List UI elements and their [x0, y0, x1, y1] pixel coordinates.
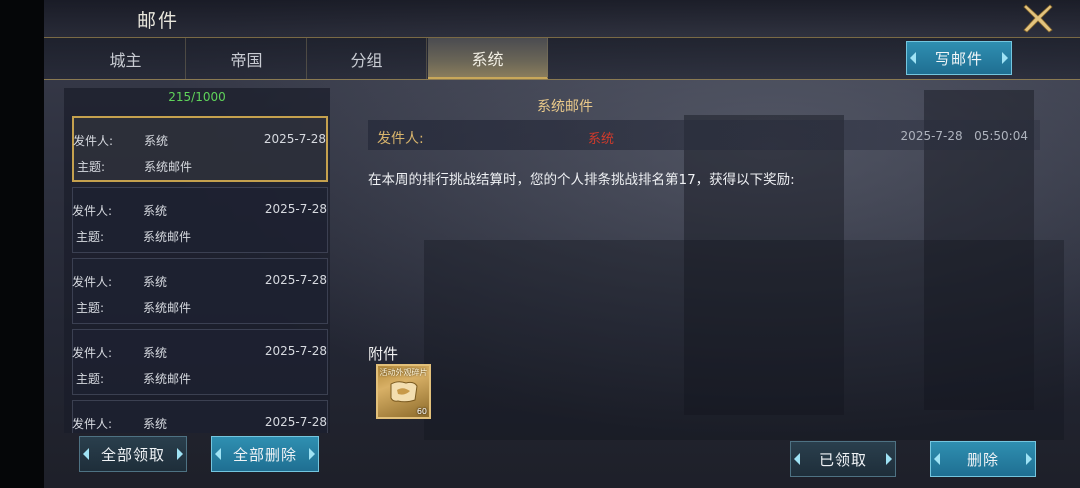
sender-label: 发件人: — [377, 131, 424, 147]
mail-datetime: 2025-7-28 05:50:04 — [900, 129, 1028, 143]
tab-bar: 城主 帝国 分组 系统 写邮件 — [44, 38, 1080, 80]
tab-system[interactable]: 系统 — [428, 38, 548, 79]
sender-label: 发件人: — [72, 204, 113, 218]
claimed-label: 已领取 — [818, 450, 867, 469]
arrow-left-icon — [910, 52, 916, 64]
arrow-left-icon — [794, 453, 800, 465]
mail-subject: 系统邮件 — [143, 372, 192, 386]
sender-label: 发件人: — [73, 134, 114, 148]
mail-subject: 系统邮件 — [143, 230, 192, 244]
arrow-left-icon — [215, 448, 221, 460]
sender-name: 系统 — [143, 275, 168, 289]
delete-all-button[interactable]: 全部删除 — [211, 436, 319, 472]
close-icon — [1023, 4, 1053, 33]
claimed-button[interactable]: 已领取 — [790, 441, 896, 477]
sender-name: 系统 — [143, 204, 168, 218]
sender-name: 系统 — [144, 134, 169, 148]
subject-label: 主题: — [76, 230, 105, 244]
sender-label: 发件人: — [72, 417, 113, 431]
mail-list-item[interactable]: 发件人: 系统 2025-7-28 主题: 系统邮件 — [72, 329, 328, 395]
bg-wall — [424, 240, 1064, 440]
mail-list-item[interactable]: 发件人: 系统 2025-7-28 主题: 系统邮件 — [72, 187, 328, 253]
mail-screen: 邮件 城主 帝国 分组 系统 写邮件 215/1000 发件人: 系统 2025… — [44, 0, 1080, 488]
mail-date: 2025-7-28 — [263, 132, 326, 146]
page-title: 邮件 — [137, 10, 180, 32]
arrow-right-icon — [177, 448, 183, 460]
tab-lord[interactable]: 城主 — [66, 38, 186, 79]
compose-label: 写邮件 — [934, 49, 983, 68]
fragment-icon — [390, 381, 418, 403]
attachment-quantity: 60 — [416, 407, 427, 416]
arrow-right-icon — [1002, 52, 1008, 64]
subject-label: 主题: — [76, 301, 105, 315]
mail-subject: 系统邮件 — [143, 301, 192, 315]
collect-all-button[interactable]: 全部领取 — [79, 436, 187, 472]
left-black-bar — [0, 0, 44, 488]
mail-list-item[interactable]: 发件人: 系统 2025-7-28 主题: 系统邮件 — [72, 258, 328, 324]
subject-label: 主题: — [77, 160, 106, 174]
arrow-right-icon — [1026, 453, 1032, 465]
mail-date: 2025-7-28 — [264, 202, 327, 216]
compose-mail-button[interactable]: 写邮件 — [906, 41, 1012, 75]
attachments-label: 附件 — [368, 345, 399, 363]
subject-label: 主题: — [76, 372, 105, 386]
mail-body: 在本周的排行挑战结算时，您的个人排条挑战排名第17，获得以下奖励: — [368, 172, 795, 188]
mail-count: 215/1000 — [168, 90, 226, 104]
sender-name: 系统 — [143, 417, 168, 431]
arrow-right-icon — [886, 453, 892, 465]
tab-group[interactable]: 分组 — [307, 38, 427, 79]
sender-name: 系统 — [143, 346, 168, 360]
attachment-name: 活动外观碎片 — [379, 368, 428, 377]
mail-date: 2025-7-28 — [264, 415, 327, 429]
mail-date: 2025-7-28 — [264, 273, 327, 287]
arrow-left-icon — [934, 453, 940, 465]
mail-date: 2025-7-28 — [264, 344, 327, 358]
mail-info-row: 发件人: 系统 2025-7-28 05:50:04 — [368, 120, 1040, 150]
sender-label: 发件人: — [72, 346, 113, 360]
attachment-item[interactable]: 活动外观碎片 60 — [376, 364, 431, 419]
tab-empire[interactable]: 帝国 — [187, 38, 307, 79]
close-button[interactable] — [1022, 2, 1054, 34]
delete-button[interactable]: 删除 — [930, 441, 1036, 477]
header-bar: 邮件 — [44, 0, 1080, 38]
delete-label: 删除 — [966, 450, 999, 469]
mail-subject: 系统邮件 — [144, 160, 193, 174]
mail-list-item[interactable]: 发件人: 系统 2025-7-28 — [72, 400, 328, 433]
arrow-right-icon — [309, 448, 315, 460]
arrow-left-icon — [83, 448, 89, 460]
mail-title: 系统邮件 — [537, 99, 593, 115]
mail-list-panel[interactable]: 215/1000 发件人: 系统 2025-7-28 主题: 系统邮件 发件人:… — [64, 88, 330, 433]
collect-all-label: 全部领取 — [100, 445, 165, 464]
sender-label: 发件人: — [72, 275, 113, 289]
delete-all-label: 全部删除 — [232, 445, 297, 464]
sender-name: 系统 — [588, 132, 615, 147]
mail-list-item[interactable]: 发件人: 系统 2025-7-28 主题: 系统邮件 — [72, 116, 328, 182]
